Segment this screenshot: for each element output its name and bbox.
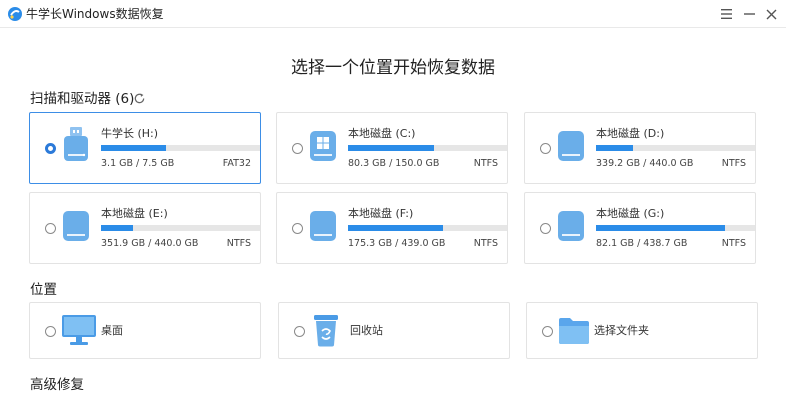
recycle-bin-icon bbox=[314, 315, 338, 347]
location-radio-desktop[interactable] bbox=[45, 326, 56, 337]
location-card-desktop[interactable]: 桌面 bbox=[29, 302, 261, 359]
drive-usage-fill bbox=[596, 145, 633, 151]
drive-radio-d[interactable] bbox=[540, 143, 551, 154]
drive-usage-bar bbox=[596, 145, 755, 151]
location-label: 回收站 bbox=[350, 324, 383, 337]
drive-usage-fill bbox=[101, 225, 133, 231]
drive-usage-fill bbox=[348, 145, 434, 151]
drive-card-d[interactable]: 本地磁盘 (D:) 339.2 GB / 440.0 GB NTFS bbox=[524, 112, 756, 184]
drive-usage-bar bbox=[101, 225, 260, 231]
hard-drive-icon bbox=[63, 211, 89, 241]
drive-filesystem: NTFS bbox=[226, 238, 251, 249]
drive-name: 本地磁盘 (C:) bbox=[348, 127, 416, 140]
location-card-recycle-bin[interactable]: 回收站 bbox=[278, 302, 510, 359]
drive-filesystem: NTFS bbox=[721, 158, 746, 169]
drive-name: 本地磁盘 (E:) bbox=[101, 207, 168, 220]
refresh-icon[interactable] bbox=[133, 92, 146, 105]
drive-radio-c[interactable] bbox=[292, 143, 303, 154]
drive-usage-fill bbox=[348, 225, 444, 231]
window-title: 牛学长Windows数据恢复 bbox=[26, 7, 164, 21]
drive-size: 80.3 GB / 150.0 GB bbox=[348, 158, 440, 169]
drive-name: 本地磁盘 (F:) bbox=[348, 207, 414, 220]
hard-drive-icon bbox=[558, 211, 584, 241]
drive-filesystem: NTFS bbox=[473, 158, 498, 169]
monitor-icon bbox=[62, 315, 96, 345]
location-card-folder[interactable]: 选择文件夹 bbox=[526, 302, 758, 359]
usb-drive-icon bbox=[64, 127, 88, 161]
location-label: 选择文件夹 bbox=[594, 324, 649, 337]
page-title: 选择一个位置开始恢复数据 bbox=[291, 58, 495, 78]
folder-icon bbox=[559, 318, 589, 344]
drive-radio-e[interactable] bbox=[45, 223, 56, 234]
drive-name: 本地磁盘 (D:) bbox=[596, 127, 665, 140]
drive-size: 339.2 GB / 440.0 GB bbox=[596, 158, 694, 169]
location-radio-recycle-bin[interactable] bbox=[294, 326, 305, 337]
drive-size: 175.3 GB / 439.0 GB bbox=[348, 238, 446, 249]
hard-drive-icon bbox=[558, 131, 584, 161]
drives-section-label: 扫描和驱动器 (6) bbox=[30, 91, 135, 107]
drive-usage-bar bbox=[348, 225, 507, 231]
title-bar: 牛学长Windows数据恢复 bbox=[0, 0, 786, 28]
drive-usage-bar bbox=[348, 145, 507, 151]
drive-usage-bar bbox=[101, 145, 260, 151]
drive-card-c[interactable]: 本地磁盘 (C:) 80.3 GB / 150.0 GB NTFS bbox=[276, 112, 508, 184]
drive-card-f[interactable]: 本地磁盘 (F:) 175.3 GB / 439.0 GB NTFS bbox=[276, 192, 508, 264]
windows-drive-icon bbox=[310, 131, 336, 161]
location-radio-folder[interactable] bbox=[542, 326, 553, 337]
drive-filesystem: FAT32 bbox=[222, 158, 251, 169]
drive-card-g[interactable]: 本地磁盘 (G:) 82.1 GB / 438.7 GB NTFS bbox=[524, 192, 756, 264]
minimize-button[interactable] bbox=[739, 4, 759, 24]
location-section-label: 位置 bbox=[30, 282, 57, 298]
menu-button[interactable] bbox=[716, 4, 736, 24]
close-button[interactable] bbox=[761, 4, 781, 24]
drive-filesystem: NTFS bbox=[721, 238, 746, 249]
menu-icon bbox=[720, 9, 732, 19]
drive-usage-bar bbox=[596, 225, 755, 231]
drive-filesystem: NTFS bbox=[473, 238, 498, 249]
drive-radio-h[interactable] bbox=[45, 143, 56, 154]
minimize-icon bbox=[743, 13, 755, 15]
drive-size: 3.1 GB / 7.5 GB bbox=[101, 158, 175, 169]
drive-card-e[interactable]: 本地磁盘 (E:) 351.9 GB / 440.0 GB NTFS bbox=[29, 192, 261, 264]
drive-card-h[interactable]: 牛学长 (H:) 3.1 GB / 7.5 GB FAT32 bbox=[29, 112, 261, 184]
close-icon bbox=[766, 9, 776, 19]
advanced-section-label: 高级修复 bbox=[30, 377, 84, 393]
drive-name: 本地磁盘 (G:) bbox=[596, 207, 665, 220]
app-logo-icon bbox=[8, 7, 22, 21]
drive-size: 351.9 GB / 440.0 GB bbox=[101, 238, 199, 249]
hard-drive-icon bbox=[310, 211, 336, 241]
drive-radio-f[interactable] bbox=[292, 223, 303, 234]
drive-usage-fill bbox=[596, 225, 725, 231]
drive-size: 82.1 GB / 438.7 GB bbox=[596, 238, 688, 249]
drive-radio-g[interactable] bbox=[540, 223, 551, 234]
drive-usage-fill bbox=[101, 145, 167, 151]
drive-name: 牛学长 (H:) bbox=[101, 127, 159, 140]
location-label: 桌面 bbox=[101, 324, 123, 337]
